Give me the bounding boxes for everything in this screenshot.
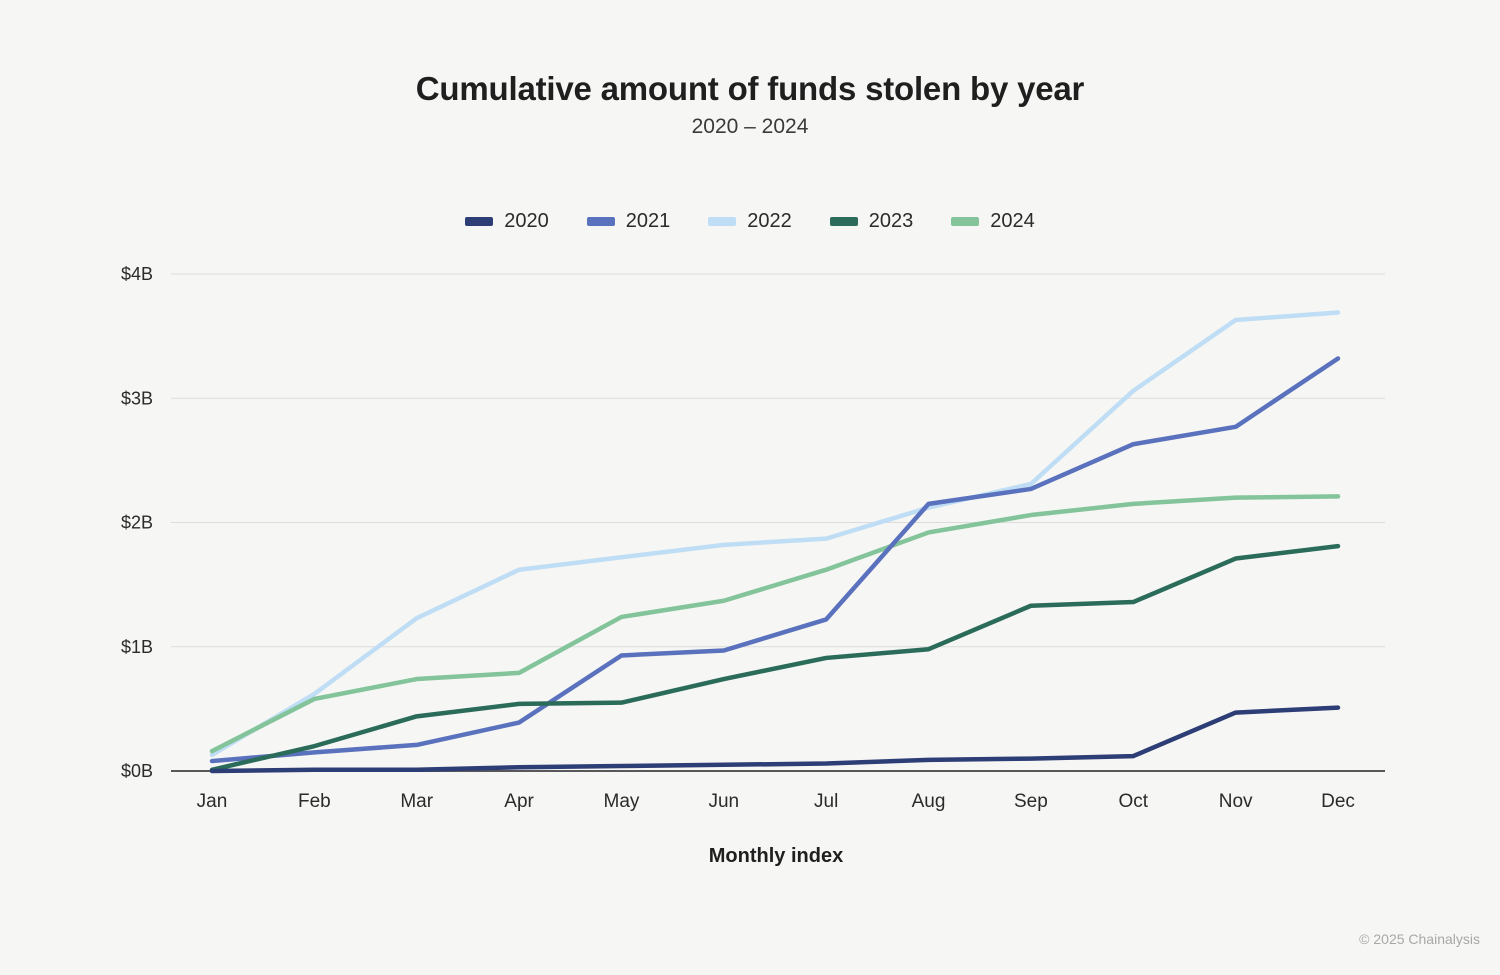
x-axis-tick-label: Aug xyxy=(912,791,946,812)
series-line-2020[interactable] xyxy=(209,705,1341,774)
plot-area: $0B $1B $2B $3B $4B Jan Feb Mar Apr May Jun Jul Aug S… xyxy=(0,0,1500,975)
y-axis-tick-label: $1B xyxy=(121,637,153,657)
x-axis-tick-label: Jul xyxy=(814,791,838,812)
line-chart-svg: $0B $1B $2B $3B $4B Jan Feb Mar Apr May Jun Jul Aug S… xyxy=(121,264,1385,812)
series-line-2024[interactable] xyxy=(209,494,1341,754)
series-line-2023[interactable] xyxy=(209,543,1341,773)
x-axis-tick-label: Feb xyxy=(298,791,331,812)
x-axis-tick-label: Apr xyxy=(504,791,534,812)
y-axis-tick-label: $2B xyxy=(121,513,153,533)
x-axis-tick-label: Jan xyxy=(197,791,228,812)
x-axis-tick-label: Dec xyxy=(1321,791,1355,812)
y-axis-tick-label: $0B xyxy=(121,761,153,781)
footer-credit: © 2025 Chainalysis xyxy=(1359,931,1480,947)
series-line-2021[interactable] xyxy=(209,356,1341,764)
x-axis-tick-label: Sep xyxy=(1014,791,1048,812)
y-axis-tick-label: $3B xyxy=(121,388,153,408)
x-axis-tick-label: Mar xyxy=(400,791,433,812)
chart-card: Cumulative amount of funds stolen by yea… xyxy=(0,0,1500,975)
series-line-2022[interactable] xyxy=(209,310,1341,758)
x-axis-title: Monthly index xyxy=(708,845,844,867)
y-axis-tick-label: $4B xyxy=(121,264,153,284)
x-axis-tick-label: May xyxy=(604,791,640,812)
x-axis-tick-label: Oct xyxy=(1118,791,1148,812)
x-axis-tick-label: Nov xyxy=(1219,791,1253,812)
x-axis-tick-label: Jun xyxy=(708,791,739,812)
